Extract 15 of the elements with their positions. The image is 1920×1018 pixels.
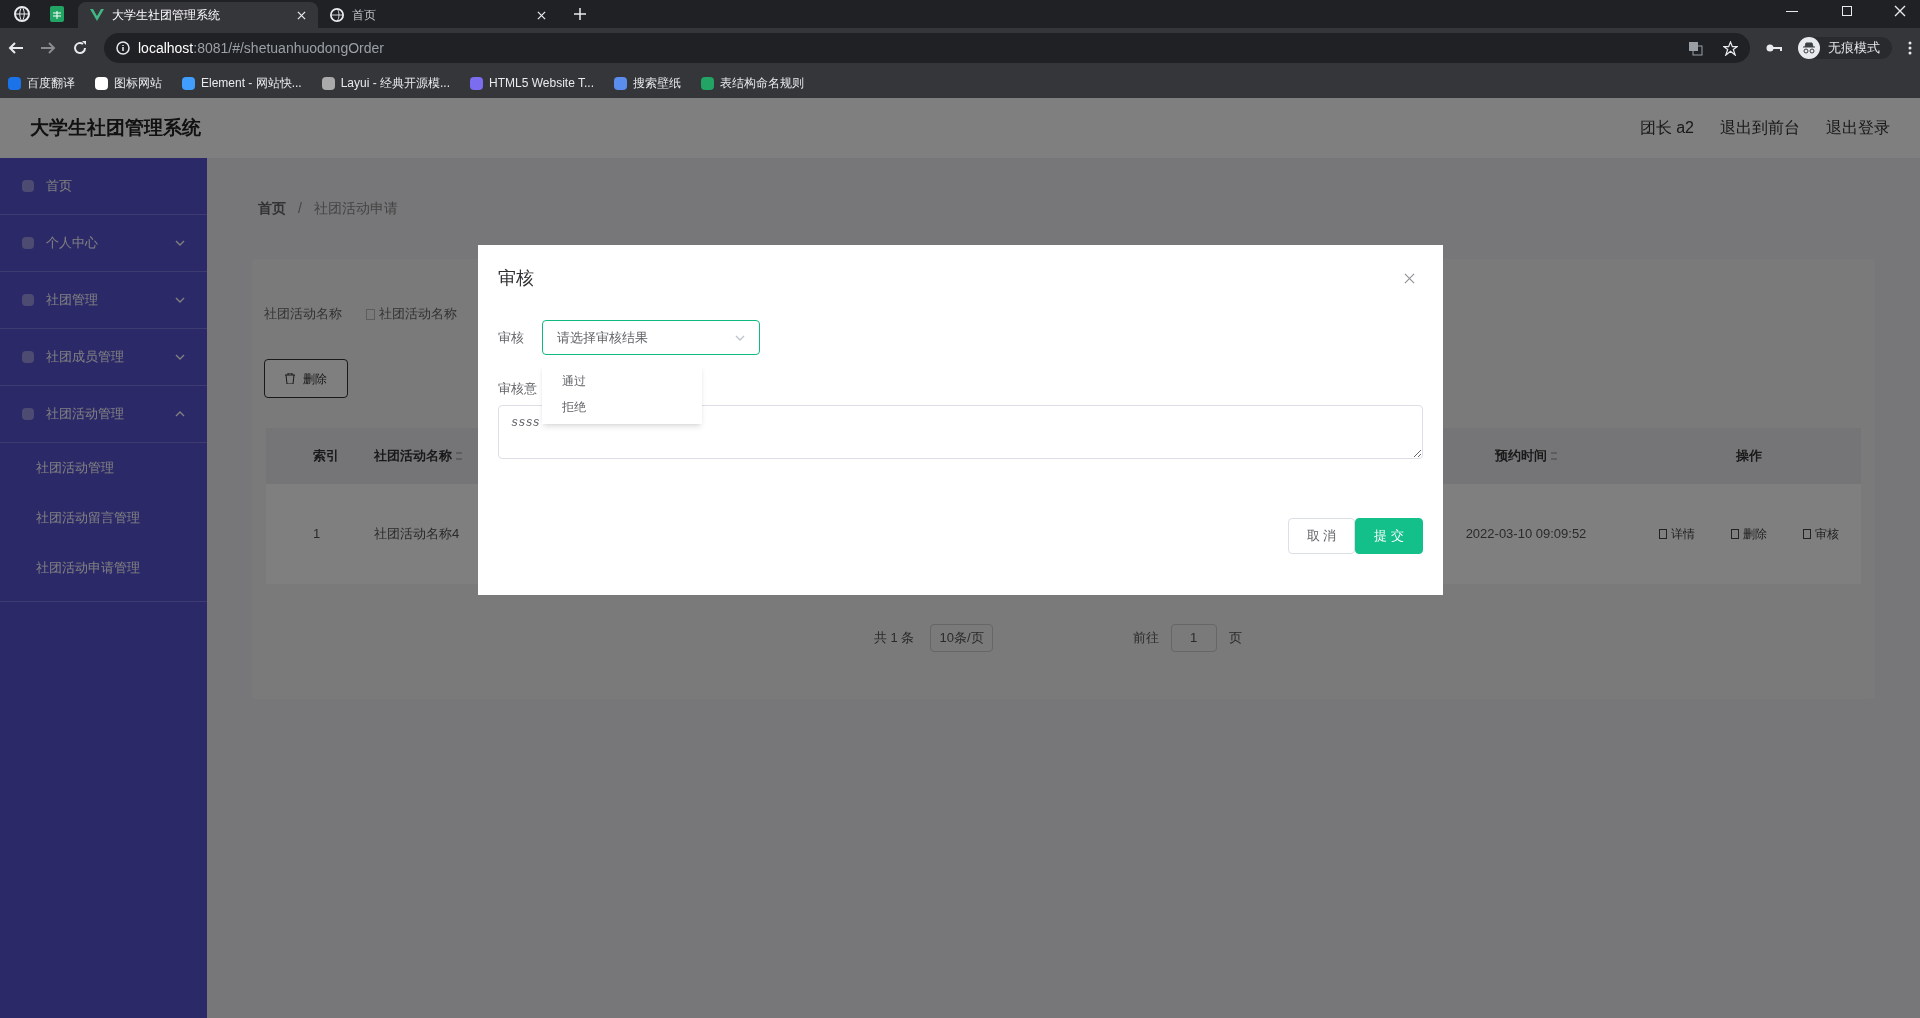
goto-label: 前往	[1132, 629, 1159, 648]
dialog-title: 审核	[498, 267, 534, 290]
total-count: 共 1 条	[874, 629, 915, 648]
table-cell: 2022-03-10 09:09:52	[1465, 526, 1587, 541]
app-title: 大学生社团管理系统	[30, 115, 201, 140]
page-suffix: 页	[1228, 629, 1242, 648]
url-text: localhost:8081/#/shetuanhuodongOrder	[138, 38, 384, 58]
field-label: 审核意	[498, 380, 537, 398]
table-cell: 1	[313, 526, 321, 542]
field-label: 审核	[498, 328, 525, 347]
profile-label: 无痕模式	[1828, 39, 1880, 58]
user-label: 团长 a2	[1639, 118, 1694, 138]
breadcrumb-separator: /	[298, 199, 302, 218]
table-cell: 社团活动名称4	[374, 526, 460, 542]
search-label: 社团活动名称	[264, 305, 342, 324]
